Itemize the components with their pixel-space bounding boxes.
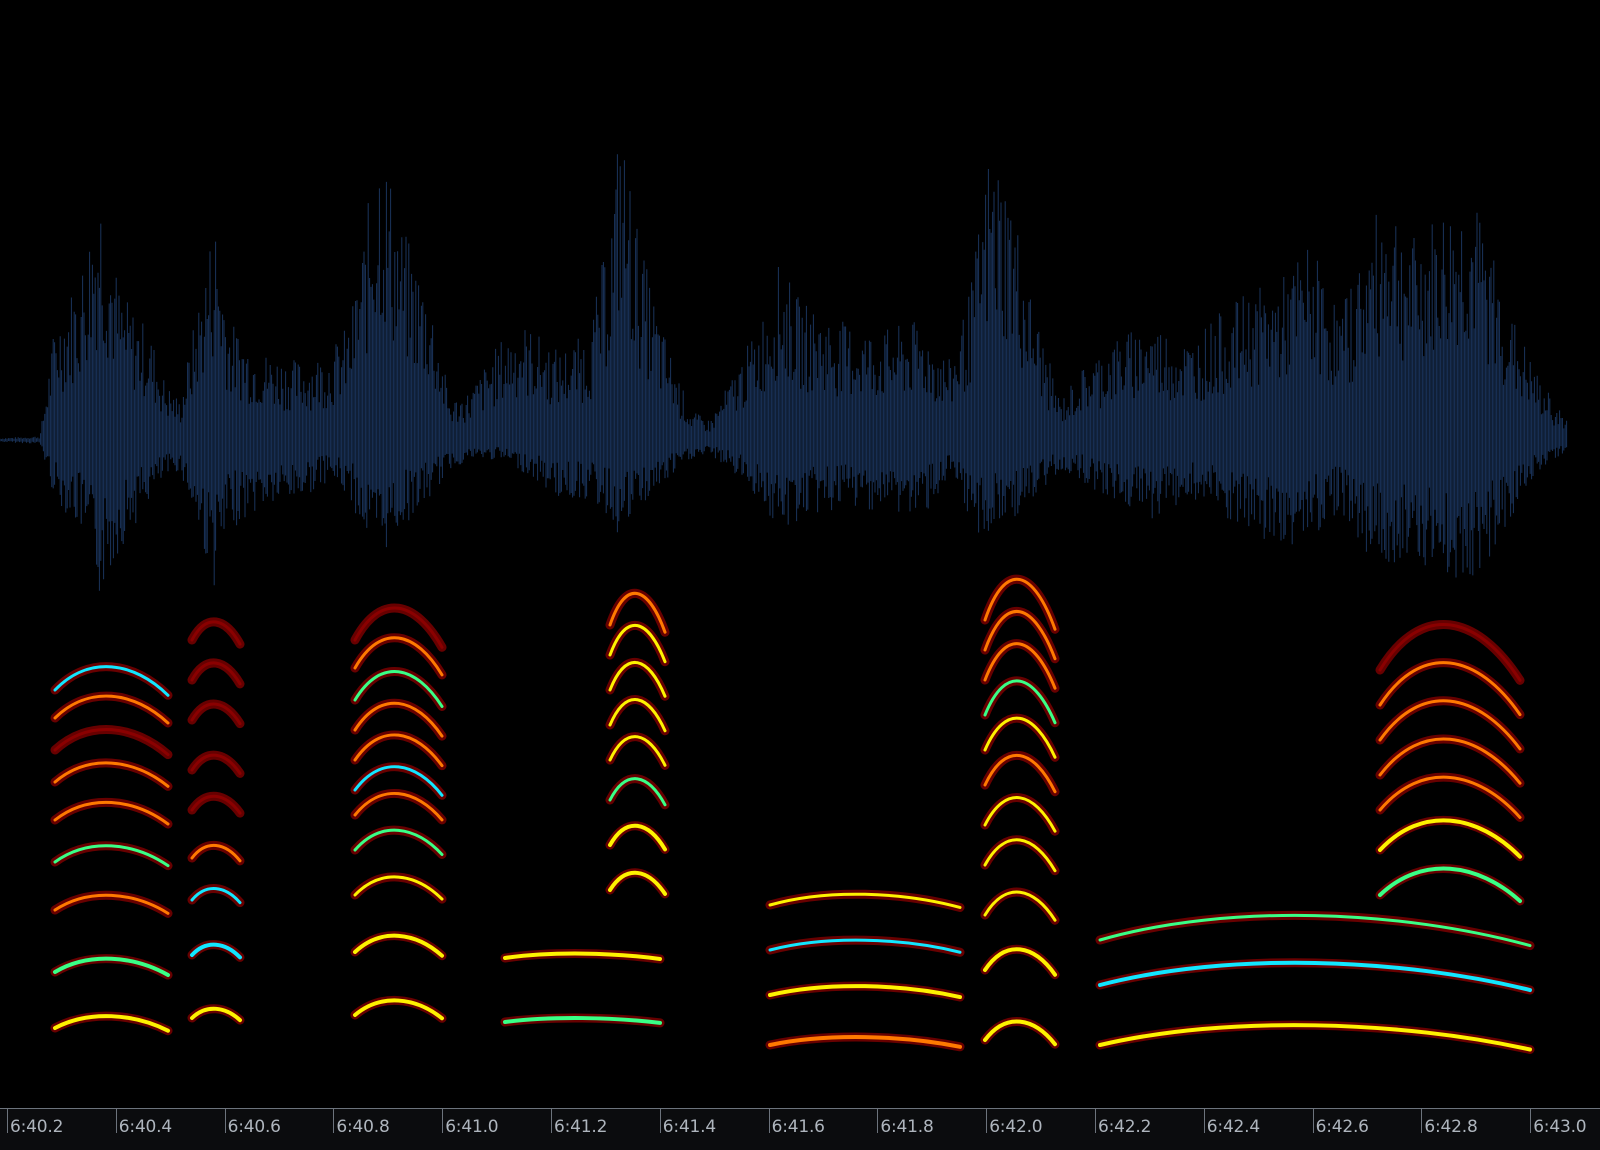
tick-line bbox=[1421, 1109, 1423, 1133]
harmonic-trace bbox=[1378, 622, 1522, 682]
time-tick-label: 6:41.0 bbox=[445, 1117, 499, 1137]
tick-line bbox=[986, 1109, 988, 1133]
spectrogram-display[interactable] bbox=[0, 0, 1600, 1108]
time-tick-label: 6:40.4 bbox=[118, 1117, 172, 1137]
time-tick-label: 6:41.6 bbox=[771, 1117, 825, 1137]
harmonic-trace bbox=[1378, 775, 1522, 819]
time-tick-label: 6:42.2 bbox=[1098, 1117, 1152, 1137]
time-tick-label: 6:43.0 bbox=[1533, 1117, 1587, 1137]
time-ruler[interactable]: 6:40.2 6:40.4 6:40.6 6:40.8 6:41.0 6:41.2 6:41… bbox=[0, 1108, 1600, 1150]
tick-line bbox=[333, 1109, 335, 1133]
tick-line bbox=[7, 1109, 8, 1133]
tick-line bbox=[442, 1109, 444, 1133]
time-tick-label: 6:40.6 bbox=[227, 1117, 281, 1137]
harmonic-trace bbox=[1378, 818, 1522, 859]
time-tick-label: 6:41.8 bbox=[880, 1117, 934, 1137]
harmonic-trace bbox=[1378, 661, 1522, 717]
time-tick-label: 6:41.2 bbox=[554, 1117, 608, 1137]
tick-line bbox=[1530, 1109, 1532, 1133]
tick-line bbox=[551, 1109, 552, 1133]
tick-line bbox=[659, 1109, 661, 1133]
spectrogram-viewer[interactable]: 6:40.2 6:40.4 6:40.6 6:40.8 6:41.0 6:41.2 6:41… bbox=[0, 0, 1600, 1150]
tick-line bbox=[1312, 1109, 1314, 1133]
tick-line bbox=[115, 1109, 117, 1133]
time-tick-label: 6:42.4 bbox=[1206, 1117, 1260, 1137]
time-tick-label: 6:41.4 bbox=[662, 1117, 716, 1137]
time-tick-label: 6:42.0 bbox=[989, 1117, 1043, 1137]
time-tick-label: 6:40.2 bbox=[10, 1117, 64, 1137]
harmonic-trace bbox=[1378, 866, 1522, 903]
tick-line bbox=[224, 1109, 226, 1133]
time-tick-label: 6:40.8 bbox=[336, 1117, 390, 1137]
tick-line bbox=[768, 1109, 770, 1133]
tick-line bbox=[1095, 1109, 1096, 1133]
tick-line bbox=[1203, 1109, 1205, 1133]
harmonic-traces bbox=[50, 574, 1535, 1054]
time-tick-label: 6:42.8 bbox=[1424, 1117, 1478, 1137]
tick-line bbox=[877, 1109, 879, 1133]
waveform-trace bbox=[0, 154, 1568, 591]
time-tick-label: 6:42.6 bbox=[1315, 1117, 1369, 1137]
waveform bbox=[0, 154, 1568, 591]
